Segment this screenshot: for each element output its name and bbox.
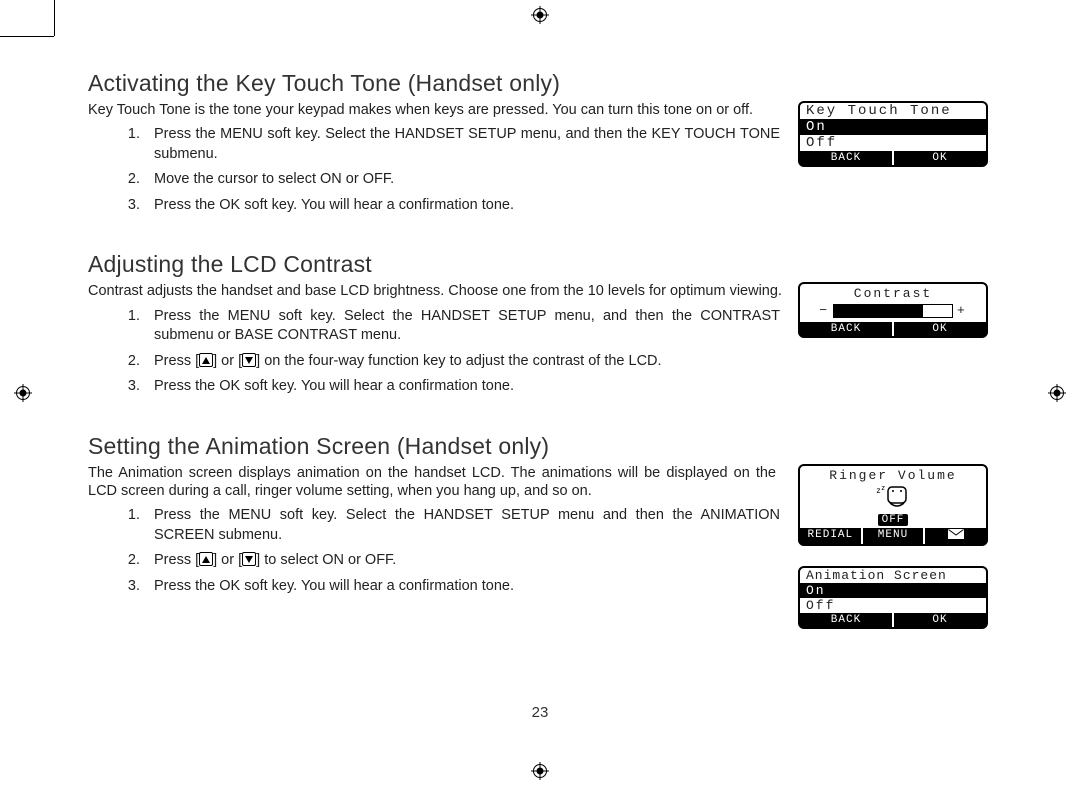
step-text: Press [ — [154, 552, 199, 568]
step-text: ] or [ — [213, 552, 242, 568]
registration-mark-icon — [531, 762, 549, 780]
lcd-title: Key Touch Tone — [800, 103, 986, 119]
section-lcd-contrast: Adjusting the LCD Contrast Contrast adju… — [88, 251, 988, 402]
step: Press the MENU soft key. Select the HAND… — [144, 125, 780, 164]
lead-text: The Animation screen displays animation … — [88, 464, 776, 500]
lcd-softkey-back: BACK — [800, 613, 892, 627]
lcd-softkey-ok: OK — [892, 613, 986, 627]
up-key-icon — [199, 353, 213, 367]
lcd-softkey-menu: MENU — [861, 528, 924, 544]
lcd-softkey-ok: OK — [892, 322, 986, 336]
lcd-ringer-volume: Ringer Volume z z OFF — [798, 464, 988, 546]
step: Press the OK soft key. You will hear a c… — [144, 196, 780, 216]
page: Activating the Key Touch Tone (Handset o… — [0, 0, 1080, 786]
page-number: 23 — [0, 704, 1080, 721]
lcd-softkey-back: BACK — [800, 322, 892, 336]
heading: Setting the Animation Screen (Handset on… — [88, 433, 988, 460]
crop-mark — [0, 36, 54, 37]
section-key-touch-tone: Activating the Key Touch Tone (Handset o… — [88, 70, 988, 221]
registration-mark-icon — [14, 384, 32, 402]
plus-icon: + — [957, 303, 967, 318]
lcd-option-off: Off — [800, 598, 986, 613]
lcd-title: Animation Screen — [800, 568, 986, 583]
section-animation-screen: Setting the Animation Screen (Handset on… — [88, 433, 988, 629]
lcd-animation-screen: Animation Screen On Off BACK OK — [798, 566, 988, 629]
registration-mark-icon — [531, 6, 549, 24]
lcd-softkey-mail-icon — [923, 528, 986, 544]
step-text: ] to select ON or OFF. — [256, 552, 396, 568]
step: Press the MENU soft key. Select the HAND… — [144, 307, 780, 346]
step: Move the cursor to select ON or OFF. — [144, 170, 780, 190]
step: Press the OK soft key. You will hear a c… — [144, 577, 780, 597]
contrast-bar — [833, 304, 953, 318]
step-text: ] or [ — [213, 353, 242, 369]
minus-icon: − — [819, 303, 829, 318]
lead-text: Key Touch Tone is the tone your keypad m… — [88, 101, 776, 119]
lcd-key-touch-tone: Key Touch Tone On Off BACK OK — [798, 101, 988, 167]
lcd-option-on: On — [800, 119, 986, 135]
step: Press [ ] or [ ] on the four-way function … — [144, 352, 780, 372]
lcd-softkey-back: BACK — [800, 151, 892, 165]
step: Press the OK soft key. You will hear a c… — [144, 377, 780, 397]
lead-text: Contrast adjusts the handset and base LC… — [88, 282, 784, 300]
svg-text:z: z — [881, 484, 887, 492]
heading: Activating the Key Touch Tone (Handset o… — [88, 70, 988, 97]
lcd-option-on: On — [800, 583, 986, 598]
heading: Adjusting the LCD Contrast — [88, 251, 988, 278]
lcd-contrast: Contrast − + BACK OK — [798, 282, 988, 338]
step-text: Press [ — [154, 353, 199, 369]
step: Press the MENU soft key. Select the HAND… — [144, 506, 780, 545]
lcd-option-off: Off — [800, 135, 986, 151]
content-area: Activating the Key Touch Tone (Handset o… — [88, 70, 988, 659]
step-text: ] on the four-way function key to adjust… — [256, 353, 661, 369]
down-key-icon — [242, 353, 256, 367]
lcd-title: Contrast — [800, 284, 986, 301]
lcd-title: Ringer Volume — [800, 466, 986, 483]
lcd-softkey-redial: REDIAL — [800, 528, 861, 544]
step: Press [ ] or [ ] to select ON or OFF. — [144, 551, 780, 571]
down-key-icon — [242, 552, 256, 566]
sleep-animal-icon: z z — [876, 483, 910, 507]
lcd-off-badge: OFF — [878, 514, 909, 526]
up-key-icon — [199, 552, 213, 566]
crop-mark — [54, 0, 55, 36]
registration-mark-icon — [1048, 384, 1066, 402]
lcd-softkey-ok: OK — [892, 151, 986, 165]
